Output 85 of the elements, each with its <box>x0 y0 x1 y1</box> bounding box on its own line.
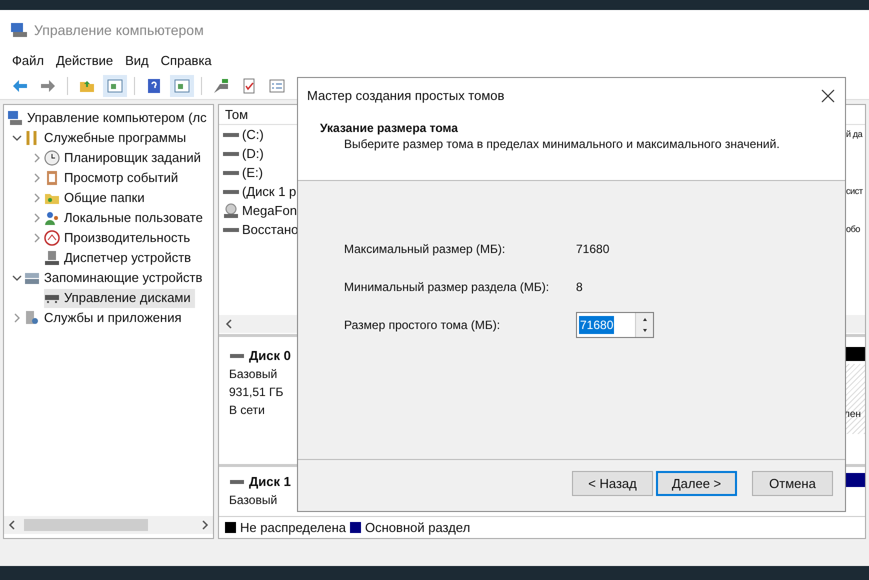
field-value: 8 <box>576 279 583 296</box>
table-cell: (C:) <box>223 124 264 144</box>
table-cell: Восстано <box>223 220 298 240</box>
disk-name: Диск 0 <box>249 347 291 365</box>
list-icon <box>269 78 285 94</box>
tree-item[interactable]: Производительность <box>44 228 194 248</box>
computer-icon <box>10 21 28 39</box>
tree-item[interactable]: Управление компьютером (лс <box>7 108 211 128</box>
collapsed-chevron-icon[interactable] <box>32 213 42 223</box>
log-icon <box>44 170 60 186</box>
disk-info: 931,51 ГБ <box>229 384 284 401</box>
table-cell: (D:) <box>223 144 264 164</box>
field-label: Размер простого тома (МБ): <box>344 317 502 334</box>
wizard-description: Выберите размер тома в пределах минимального и максимального значений. <box>343 137 780 152</box>
disk-name: Диск 1 <box>249 473 291 491</box>
dialog-title: Мастер создания простых томов <box>307 87 504 106</box>
collapsed-chevron-icon[interactable] <box>32 233 42 243</box>
table-cell-text: обо <box>846 222 861 236</box>
field-value: 71680 <box>576 241 610 258</box>
collapsed-chevron-icon[interactable] <box>32 173 42 183</box>
field-label: Максимальный размер (МБ): <box>344 241 506 258</box>
toolbar-button[interactable] <box>170 74 194 96</box>
tree-item[interactable]: Просмотр событий <box>44 168 182 188</box>
disk-info: Базовый <box>229 492 278 509</box>
drive-icon <box>223 170 239 174</box>
collapsed-chevron-icon[interactable] <box>32 193 42 203</box>
close-icon[interactable] <box>821 89 835 103</box>
wizard-button[interactable]: Далее > <box>656 471 737 496</box>
clock-icon <box>44 150 60 166</box>
collapsed-chevron-icon[interactable] <box>12 313 22 323</box>
table-cell: (E:) <box>223 162 263 182</box>
menu-item[interactable]: Справка <box>156 51 216 71</box>
expanded-chevron-icon[interactable] <box>12 133 22 143</box>
spinner-value[interactable]: 71680 <box>579 316 614 334</box>
wizard-button[interactable]: < Назад <box>572 471 653 496</box>
drive-icon <box>223 228 239 232</box>
table-cell: (Диск 1 р <box>223 182 296 202</box>
collapsed-chevron-icon[interactable] <box>32 153 42 163</box>
wizard-button[interactable]: Отмена <box>752 471 833 496</box>
scroll-right-icon[interactable] <box>201 520 209 530</box>
tree-item[interactable]: Запоминающие устройств <box>24 268 206 288</box>
tree-item[interactable]: Диспетчер устройств <box>44 248 196 268</box>
gauge-icon <box>44 230 60 246</box>
drive-icon <box>223 152 239 156</box>
expanded-chevron-icon[interactable] <box>12 273 22 283</box>
table-cell-text: сист <box>846 184 864 198</box>
drive-icon <box>223 132 239 136</box>
legend-label: Основной раздел <box>365 518 470 537</box>
menu-item[interactable]: Файл <box>8 51 48 71</box>
back-arrow-icon <box>12 78 28 94</box>
document-check-icon <box>241 78 257 94</box>
drive-icon <box>223 190 239 194</box>
drive-icon <box>229 477 245 487</box>
help-icon <box>146 78 162 94</box>
device-icon <box>44 250 60 266</box>
users-icon <box>44 210 60 226</box>
forward-arrow-icon <box>40 78 56 94</box>
scroll-left-icon[interactable] <box>225 319 233 329</box>
menu-item[interactable]: Действие <box>52 51 118 71</box>
scroll-thumb[interactable] <box>24 519 148 531</box>
tree-item[interactable]: Служебные программы <box>24 128 190 148</box>
field-label: Минимальный размер раздела (МБ): <box>344 279 550 296</box>
table-cell-text: й да <box>846 128 864 141</box>
pane-icon <box>107 78 123 94</box>
services-icon <box>24 310 40 326</box>
toolbar-button[interactable] <box>103 74 127 96</box>
wizard-heading: Указание размера тома <box>320 120 459 137</box>
storage-icon <box>24 270 40 286</box>
tree-item[interactable]: Управление дисками <box>44 288 195 308</box>
tree-item[interactable]: Локальные пользовате <box>44 208 207 228</box>
tree-item[interactable]: Планировщик заданий <box>44 148 205 168</box>
disc-icon <box>223 202 239 218</box>
computer-icon <box>7 110 23 126</box>
disk-info: В сети <box>229 402 266 419</box>
drive-icon <box>229 351 245 361</box>
window-title: Управление компьютером <box>34 20 204 40</box>
legend-label: Не распределена <box>240 518 346 537</box>
pane-icon <box>174 78 190 94</box>
tree-item[interactable]: Общие папки <box>44 188 149 208</box>
tree-item[interactable]: Службы и приложения <box>24 308 186 328</box>
disk-info: Базовый <box>229 366 278 383</box>
size-spinner[interactable]: 71680 <box>576 312 654 338</box>
table-cell: MegaFon <box>223 200 297 220</box>
scroll-left-icon[interactable] <box>8 520 16 530</box>
menu-item[interactable]: Вид <box>121 51 153 71</box>
